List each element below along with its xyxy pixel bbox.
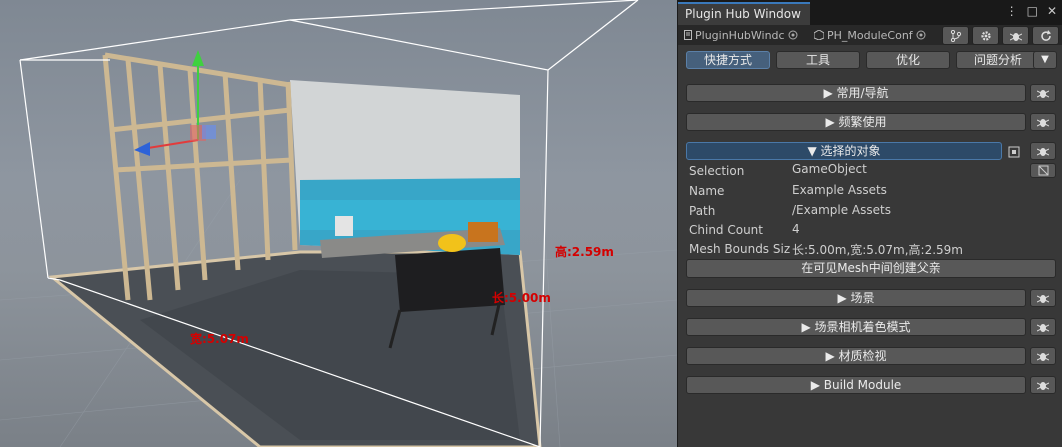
close-circle-icon[interactable] [788,30,798,40]
section-build-module[interactable]: ▶ Build Module [686,376,1026,394]
branch-button[interactable] [942,26,969,45]
tab-tools[interactable]: 工具 [776,51,860,69]
select-object-button[interactable] [1030,163,1056,178]
prop-name-label: Name [689,184,725,198]
doc-tab-ph-moduleconf[interactable]: PH_ModuleConf [810,25,938,45]
refresh-button[interactable] [1032,26,1059,45]
doc-tab-label: PluginHubWindc [695,28,785,42]
settings-button[interactable] [972,26,999,45]
section-selected-object[interactable]: ▼ 选择的对象 [686,142,1002,160]
close-icon[interactable]: ✕ [1047,4,1057,18]
bug-icon [1037,148,1049,156]
prop-child-count-label: Chind Count [689,223,763,237]
tab-dropdown-button[interactable]: ▼ [1033,51,1057,69]
width-label: 宽:5.07m [190,332,249,346]
bug-icon [1037,353,1049,361]
close-circle-icon[interactable] [916,30,926,40]
prop-name-value: Example Assets [792,183,887,197]
bug-icon [1009,32,1022,41]
section-common-nav[interactable]: ▶ 常用/导航 [686,84,1026,102]
debug-button[interactable] [1002,26,1029,45]
script-icon [684,30,692,40]
object-icon [1038,165,1048,176]
section-debug-button[interactable] [1030,376,1056,394]
prop-path-value: /Example Assets [792,203,891,217]
bug-icon [1037,90,1049,98]
prop-selection-value: GameObject [792,162,867,176]
prop-path-label: Path [689,204,716,218]
section-camera-shading[interactable]: ▶ 场景相机着色模式 [686,318,1026,336]
window-titlebar: Plugin Hub Window ⋮ □ ✕ [678,0,1062,25]
menu-icon[interactable]: ⋮ [1006,4,1018,18]
create-parent-button[interactable]: 在可见Mesh中间创建父亲 [686,259,1056,278]
section-debug-button[interactable] [1030,142,1056,160]
tab-bar: 快捷方式 工具 优化 问题分析 [686,51,1040,69]
maximize-icon[interactable]: □ [1027,4,1038,18]
plugin-hub-panel: Plugin Hub Window ⋮ □ ✕ PluginHubWindc P… [677,0,1062,447]
branch-icon [950,29,961,42]
prop-selection-label: Selection [689,164,745,178]
section-scene[interactable]: ▶ 场景 [686,289,1026,307]
section-debug-button[interactable] [1030,289,1056,307]
frame-select-icon[interactable] [1008,146,1020,158]
tab-optimize[interactable]: 优化 [866,51,950,69]
prop-child-count-value: 4 [792,222,800,236]
refresh-icon [1040,29,1051,41]
tab-shortcuts[interactable]: 快捷方式 [686,51,770,69]
gear-icon [980,30,991,41]
window-tab[interactable]: Plugin Hub Window [678,2,810,25]
section-debug-button[interactable] [1030,347,1056,365]
doc-toolbar: PluginHubWindc PH_ModuleConf [678,25,1062,45]
section-frequent[interactable]: ▶ 频繁使用 [686,113,1026,131]
section-debug-button[interactable] [1030,84,1056,102]
bug-icon [1037,119,1049,127]
bug-icon [1037,295,1049,303]
doc-tab-label: PH_ModuleConf [827,28,913,42]
height-label: 高:2.59m [555,245,614,259]
length-label: 长:5.00m [492,291,551,305]
section-material-inspect[interactable]: ▶ 材质检视 [686,347,1026,365]
prefab-icon [814,30,824,40]
bug-icon [1037,382,1049,390]
prop-mesh-bounds-label: Mesh Bounds Siz [689,242,791,256]
section-debug-button[interactable] [1030,318,1056,336]
tab-issue-analysis[interactable]: 问题分析 [956,51,1040,69]
scene-view[interactable]: 高:2.59m 长:5.00m 宽:5.07m [0,0,677,447]
doc-tab-pluginhubwindow[interactable]: PluginHubWindc [680,25,804,45]
section-debug-button[interactable] [1030,113,1056,131]
prop-mesh-bounds-value: 长:5.00m,宽:5.07m,高:2.59m [792,243,963,257]
bug-icon [1037,324,1049,332]
scene-canvas[interactable] [0,0,677,447]
